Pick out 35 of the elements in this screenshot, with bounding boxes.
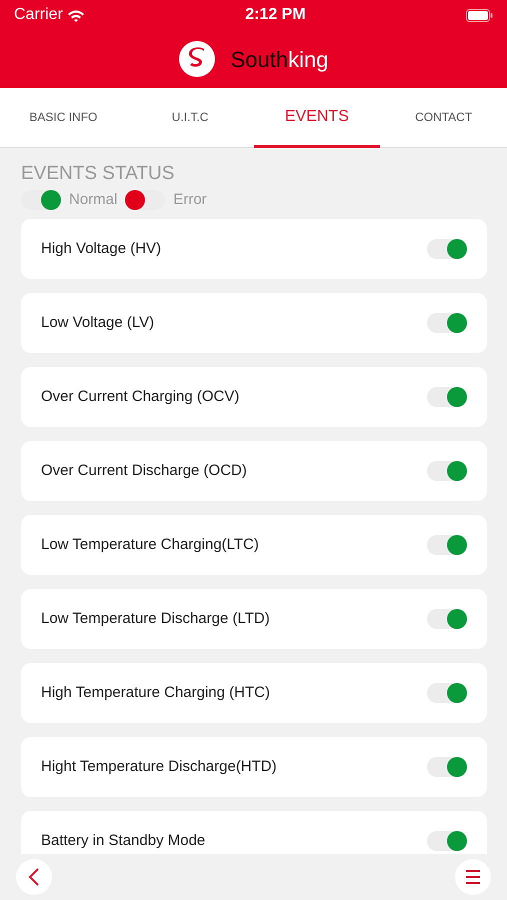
tab[interactable]: BASIC INFO xyxy=(0,88,127,148)
section-title: EVENTS STATUS xyxy=(21,162,176,186)
event-label: Low Temperature Discharge (LTD) xyxy=(41,608,270,629)
event-label: Hight Temperature Discharge(HTD) xyxy=(41,756,277,777)
event-label: Battery in Standby Mode xyxy=(41,830,206,851)
toggle-switch[interactable] xyxy=(427,313,467,333)
event-label: Low Voltage (LV) xyxy=(41,312,154,333)
tab[interactable]: U.I.T.C xyxy=(126,88,254,148)
menu-button[interactable] xyxy=(455,859,491,895)
toggle-switch[interactable] xyxy=(427,757,467,777)
logo-icon xyxy=(178,41,215,77)
menu-icon xyxy=(465,869,481,885)
wifi-icon xyxy=(66,8,85,22)
event-label: Over Current Charging (OCV) xyxy=(41,386,240,407)
tab[interactable]: CONTACT xyxy=(380,88,507,148)
battery-icon xyxy=(466,8,493,22)
carrier-label: Carrier xyxy=(14,5,63,25)
toggle-switch[interactable] xyxy=(427,239,467,259)
back-chevron-icon xyxy=(28,868,40,886)
legend-label: Error xyxy=(173,190,207,210)
clock-time: 2:12 PM xyxy=(245,5,306,25)
event-label: Low Temperature Charging(LTC) xyxy=(41,534,259,555)
event-label: High Voltage (HV) xyxy=(41,238,162,259)
toggle-switch[interactable] xyxy=(427,831,467,851)
toggle-switch[interactable] xyxy=(427,387,467,407)
event-label: High Temperature Charging (HTC) xyxy=(41,682,270,703)
legend-label: Normal xyxy=(69,190,118,210)
toggle-switch[interactable] xyxy=(427,461,467,481)
event-label: Over Current Discharge (OCD) xyxy=(41,460,247,481)
toggle-switch[interactable] xyxy=(427,535,467,555)
tab[interactable]: EVENTS xyxy=(254,88,380,148)
app-title: Southking xyxy=(230,46,328,74)
back-button[interactable] xyxy=(16,859,52,895)
toggle-switch[interactable] xyxy=(427,683,467,703)
toggle-switch[interactable] xyxy=(427,609,467,629)
